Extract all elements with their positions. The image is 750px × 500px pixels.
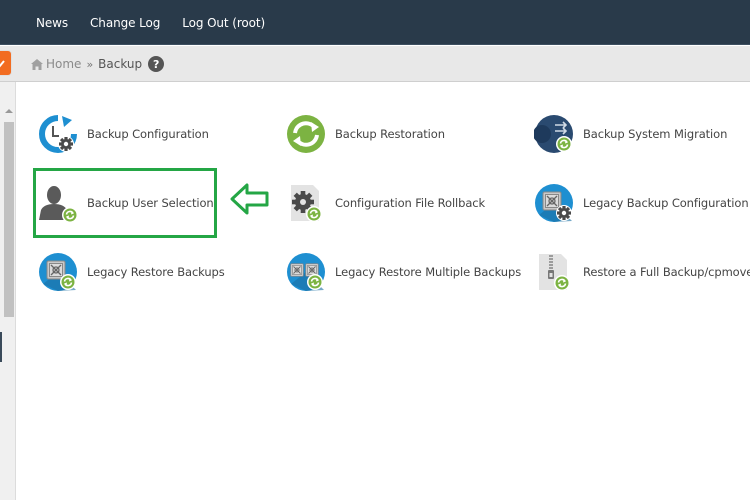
sidebar-active-marker (0, 332, 2, 362)
nav-link-news[interactable]: News (36, 16, 68, 30)
backup-restoration-icon (286, 114, 326, 154)
configuration-file-rollback-icon (286, 183, 326, 223)
top-nav-links: News Change Log Log Out (root) (36, 0, 287, 45)
restore-full-backup-icon (534, 252, 574, 292)
top-navigation-bar: News Change Log Log Out (root) (0, 0, 750, 45)
menu-item-label: Restore a Full Backup/cpmove (583, 265, 750, 279)
menu-item-label: Backup Configuration (87, 127, 209, 141)
menu-item-label: Legacy Backup Configuration (583, 196, 749, 210)
legacy-restore-multiple-backups-icon (286, 252, 326, 292)
menu-item-label: Backup Restoration (335, 127, 445, 141)
menu-item-label: Configuration File Rollback (335, 196, 486, 210)
menu-item-backup-system-migration[interactable]: Backup System Migration (533, 113, 728, 155)
sidebar-scrollbar-thumb[interactable] (4, 122, 14, 317)
nav-link-log-out[interactable]: Log Out (root) (182, 16, 265, 30)
left-sidebar-collapsed (0, 82, 16, 500)
pointer-arrow-icon (229, 182, 271, 220)
search-button[interactable] (0, 50, 12, 76)
backup-configuration-icon (38, 114, 78, 154)
breadcrumb-home[interactable]: Home (31, 57, 81, 71)
breadcrumb-separator: » (86, 57, 94, 71)
backup-system-migration-icon (533, 114, 574, 154)
menu-item-label: Backup System Migration (583, 127, 728, 141)
menu-item-legacy-restore-multiple-backups[interactable]: Legacy Restore Multiple Backups (286, 251, 521, 293)
breadcrumb: Home » Backup ? (31, 46, 165, 82)
legacy-restore-backups-icon (38, 252, 78, 292)
menu-item-legacy-backup-configuration[interactable]: Legacy Backup Configuration (534, 182, 749, 224)
help-icon[interactable]: ? (148, 56, 165, 72)
search-icon (0, 60, 5, 68)
menu-item-configuration-file-rollback[interactable]: Configuration File Rollback (286, 182, 485, 224)
home-icon (31, 58, 43, 70)
scroll-up-arrow-icon[interactable] (5, 109, 13, 113)
menu-item-restore-full-backup[interactable]: Restore a Full Backup/cpmove (534, 251, 750, 293)
nav-link-change-log[interactable]: Change Log (90, 16, 160, 30)
breadcrumb-bar: Home » Backup ? (0, 46, 750, 82)
menu-item-backup-configuration[interactable]: Backup Configuration (38, 113, 209, 155)
highlight-box (33, 168, 217, 238)
menu-item-legacy-restore-backups[interactable]: Legacy Restore Backups (38, 251, 225, 293)
legacy-backup-configuration-icon (534, 183, 574, 223)
breadcrumb-home-label: Home (46, 57, 82, 71)
breadcrumb-current: Backup (98, 57, 143, 71)
menu-item-label: Legacy Restore Multiple Backups (335, 265, 522, 279)
menu-item-label: Legacy Restore Backups (87, 265, 225, 279)
menu-item-backup-restoration[interactable]: Backup Restoration (286, 113, 445, 155)
